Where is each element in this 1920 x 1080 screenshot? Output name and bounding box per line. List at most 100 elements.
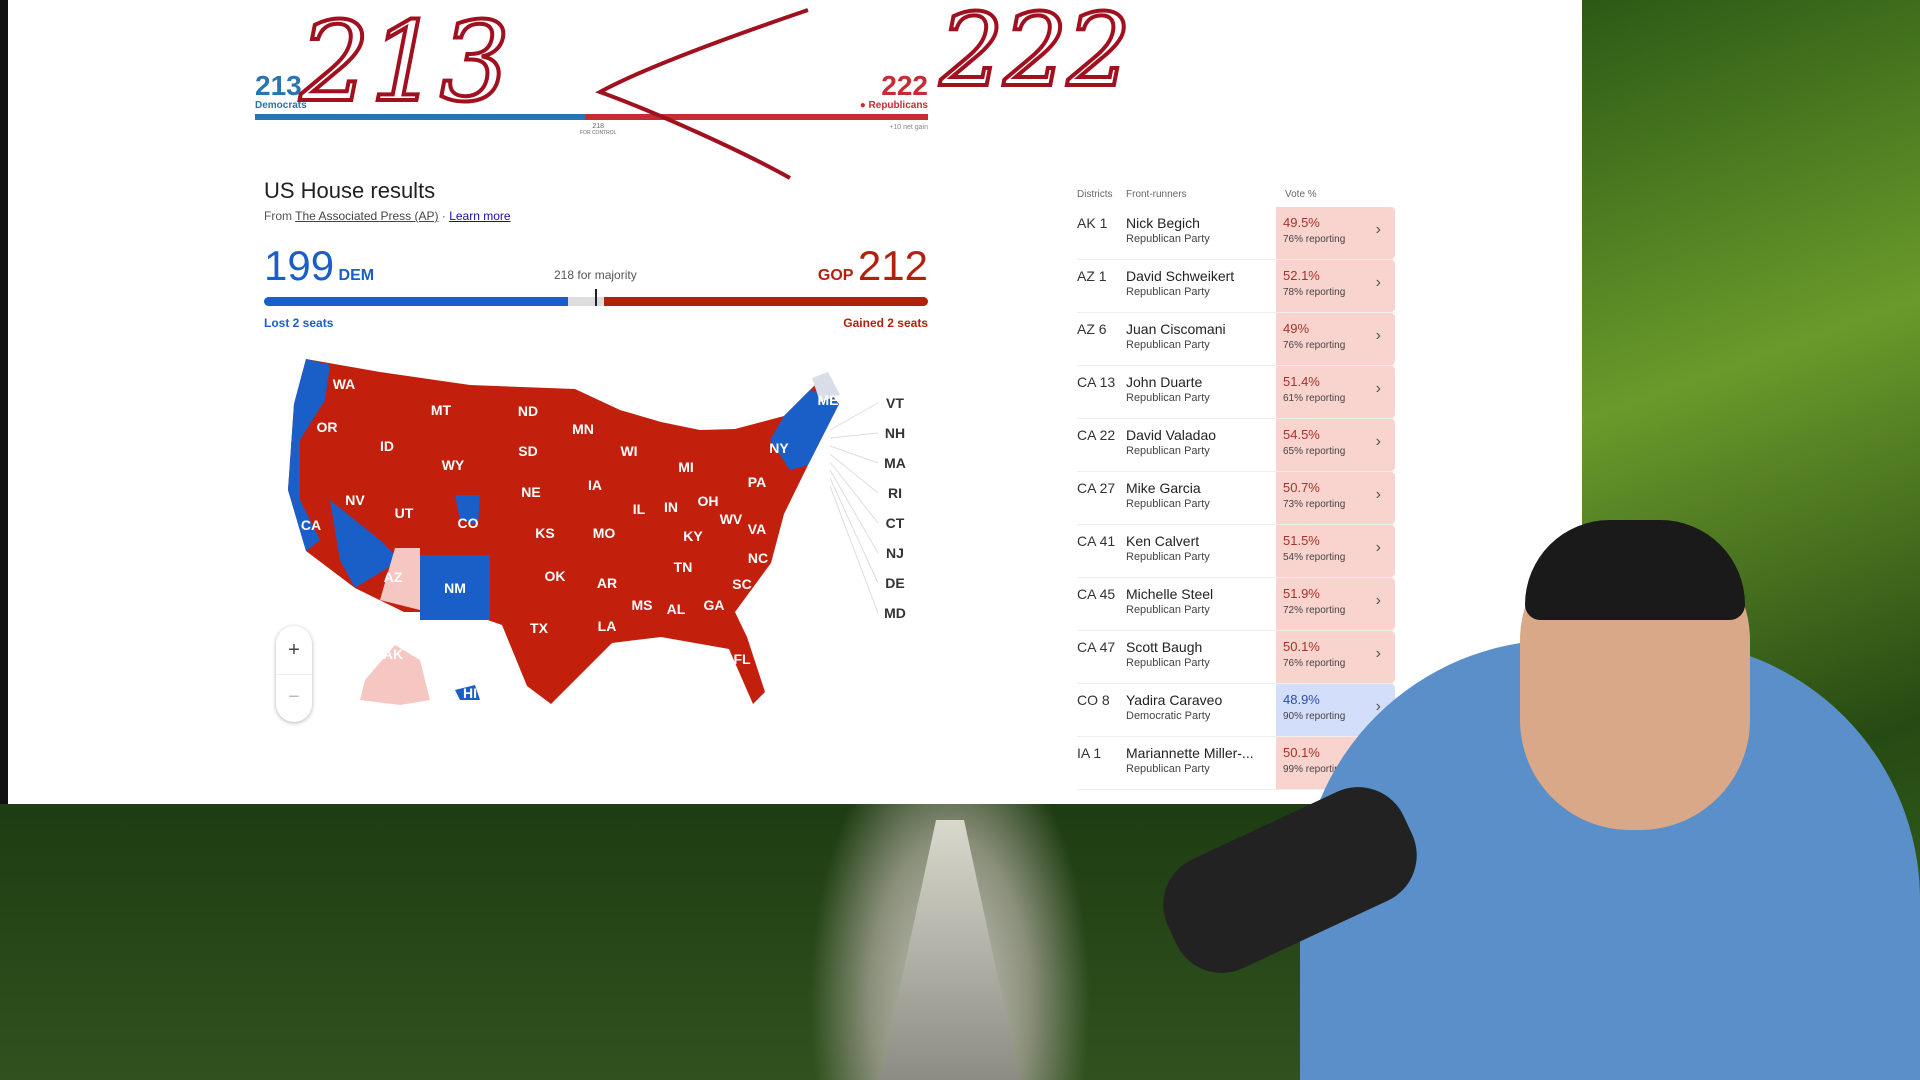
- reporting: 61% reporting: [1283, 393, 1346, 404]
- chevron-right-icon[interactable]: ›: [1376, 221, 1381, 239]
- candidate-name: Nick Begich: [1126, 215, 1200, 231]
- state-label-oh[interactable]: OH: [698, 493, 719, 509]
- candidate-name: Yadira Caraveo: [1126, 692, 1223, 708]
- state-label-nc[interactable]: NC: [748, 550, 768, 566]
- state-label-ct[interactable]: CT: [886, 515, 905, 531]
- state-label-md[interactable]: MD: [884, 605, 906, 621]
- district: AK 1: [1077, 215, 1108, 231]
- state-label-de[interactable]: DE: [885, 575, 904, 591]
- state-label-ks[interactable]: KS: [535, 525, 554, 541]
- state-label-wi[interactable]: WI: [620, 443, 637, 459]
- chevron-right-icon[interactable]: ›: [1376, 380, 1381, 398]
- us-map[interactable]: WA OR MT ND MN ID WY SD WI MI NY ME NV UT CO NE IA IL IN OH…: [0, 0, 1000, 760]
- state-label-ak[interactable]: AK: [383, 646, 403, 662]
- state-label-il[interactable]: IL: [633, 501, 646, 517]
- reporting: 73% reporting: [1283, 499, 1346, 510]
- table-row[interactable]: CA 47 Scott Baugh Republican Party 50.1%…: [1077, 631, 1395, 684]
- state-label-va[interactable]: VA: [748, 521, 766, 537]
- chevron-right-icon[interactable]: ›: [1376, 274, 1381, 292]
- state-label-ia[interactable]: IA: [588, 477, 602, 493]
- vote-cell[interactable]: 51.4% 61% reporting ›: [1276, 366, 1395, 418]
- table-row[interactable]: CA 27 Mike Garcia Republican Party 50.7%…: [1077, 472, 1395, 525]
- state-label-ri[interactable]: RI: [888, 485, 902, 501]
- table-row[interactable]: AZ 1 David Schweikert Republican Party 5…: [1077, 260, 1395, 313]
- candidate-name: Mike Garcia: [1126, 480, 1201, 496]
- header-districts: Districts: [1077, 189, 1113, 200]
- candidate-party: Republican Party: [1126, 604, 1210, 616]
- state-label-sc[interactable]: SC: [732, 576, 751, 592]
- state-label-mn[interactable]: MN: [572, 421, 594, 437]
- state-label-ne[interactable]: NE: [521, 484, 540, 500]
- district: CA 13: [1077, 374, 1116, 390]
- state-label-co[interactable]: CO: [458, 515, 479, 531]
- state-label-ok[interactable]: OK: [545, 568, 566, 584]
- state-label-ga[interactable]: GA: [704, 597, 725, 613]
- table-row[interactable]: CA 41 Ken Calvert Republican Party 51.5%…: [1077, 525, 1395, 578]
- state-label-ms[interactable]: MS: [632, 597, 653, 613]
- vote-percent: 52.1%: [1283, 268, 1320, 283]
- state-label-wv[interactable]: WV: [720, 511, 743, 527]
- state-label-la[interactable]: LA: [598, 618, 617, 634]
- reporting: 54% reporting: [1283, 552, 1346, 563]
- state-label-nd[interactable]: ND: [518, 403, 538, 419]
- state-label-nm[interactable]: NM: [444, 580, 466, 596]
- vote-cell[interactable]: 50.1% 76% reporting ›: [1276, 631, 1395, 683]
- chevron-right-icon[interactable]: ›: [1376, 539, 1381, 557]
- state-label-ny[interactable]: NY: [769, 440, 789, 456]
- state-label-mo[interactable]: MO: [593, 525, 616, 541]
- state-label-me[interactable]: ME: [818, 392, 839, 408]
- vote-cell[interactable]: 51.5% 54% reporting ›: [1276, 525, 1395, 577]
- candidate-party: Republican Party: [1126, 551, 1210, 563]
- state-label-id[interactable]: ID: [380, 438, 394, 454]
- state-label-vt[interactable]: VT: [886, 395, 904, 411]
- leader-line: [829, 432, 879, 439]
- state-label-in[interactable]: IN: [664, 499, 678, 515]
- state-label-or[interactable]: OR: [317, 419, 338, 435]
- chevron-right-icon[interactable]: ›: [1376, 327, 1381, 345]
- candidate-name: Mariannette Miller-...: [1126, 745, 1254, 761]
- state-label-nv[interactable]: NV: [345, 492, 365, 508]
- chevron-right-icon[interactable]: ›: [1376, 433, 1381, 451]
- table-row[interactable]: CA 45 Michelle Steel Republican Party 51…: [1077, 578, 1395, 631]
- state-label-mt[interactable]: MT: [431, 402, 452, 418]
- state-label-tn[interactable]: TN: [674, 559, 693, 575]
- state-label-ma[interactable]: MA: [884, 455, 906, 471]
- table-row[interactable]: CA 13 John Duarte Republican Party 51.4%…: [1077, 366, 1395, 419]
- vote-cell[interactable]: 49% 76% reporting ›: [1276, 313, 1395, 365]
- vote-cell[interactable]: 50.7% 73% reporting ›: [1276, 472, 1395, 524]
- state-label-mi[interactable]: MI: [678, 459, 694, 475]
- table-row[interactable]: CA 22 David Valadao Republican Party 54.…: [1077, 419, 1395, 472]
- state-label-fl[interactable]: FL: [733, 651, 751, 667]
- state-label-nh[interactable]: NH: [885, 425, 905, 441]
- state-label-pa[interactable]: PA: [748, 474, 766, 490]
- state-label-az[interactable]: AZ: [384, 569, 403, 585]
- district: CA 41: [1077, 533, 1116, 549]
- state-label-al[interactable]: AL: [667, 601, 686, 617]
- state-label-wa[interactable]: WA: [333, 376, 356, 392]
- vote-cell[interactable]: 49.5% 76% reporting ›: [1276, 207, 1395, 259]
- reporting: 76% reporting: [1283, 234, 1346, 245]
- chevron-right-icon[interactable]: ›: [1376, 645, 1381, 663]
- vote-cell[interactable]: 54.5% 65% reporting ›: [1276, 419, 1395, 471]
- state-label-tx[interactable]: TX: [530, 620, 549, 636]
- chevron-right-icon[interactable]: ›: [1376, 592, 1381, 610]
- table-row[interactable]: AK 1 Nick Begich Republican Party 49.5% …: [1077, 207, 1395, 260]
- vote-cell[interactable]: 52.1% 78% reporting ›: [1276, 260, 1395, 312]
- vote-cell[interactable]: 51.9% 72% reporting ›: [1276, 578, 1395, 630]
- state-label-ut[interactable]: UT: [395, 505, 414, 521]
- table-row[interactable]: CO 8 Yadira Caraveo Democratic Party 48.…: [1077, 684, 1395, 737]
- vote-percent: 50.1%: [1283, 745, 1320, 760]
- zoom-in-button[interactable]: +: [276, 626, 312, 674]
- state-label-ar[interactable]: AR: [597, 575, 617, 591]
- state-label-nj[interactable]: NJ: [886, 545, 904, 561]
- zoom-out-button[interactable]: −: [276, 674, 312, 722]
- map-zoom-control: + −: [276, 626, 312, 722]
- state-label-sd[interactable]: SD: [518, 443, 537, 459]
- state-label-ca[interactable]: CA: [301, 517, 321, 533]
- state-label-wy[interactable]: WY: [442, 457, 465, 473]
- reporting: 72% reporting: [1283, 605, 1346, 616]
- state-label-ky[interactable]: KY: [683, 528, 703, 544]
- table-row[interactable]: AZ 6 Juan Ciscomani Republican Party 49%…: [1077, 313, 1395, 366]
- state-label-hi[interactable]: HI: [463, 685, 477, 701]
- chevron-right-icon[interactable]: ›: [1376, 486, 1381, 504]
